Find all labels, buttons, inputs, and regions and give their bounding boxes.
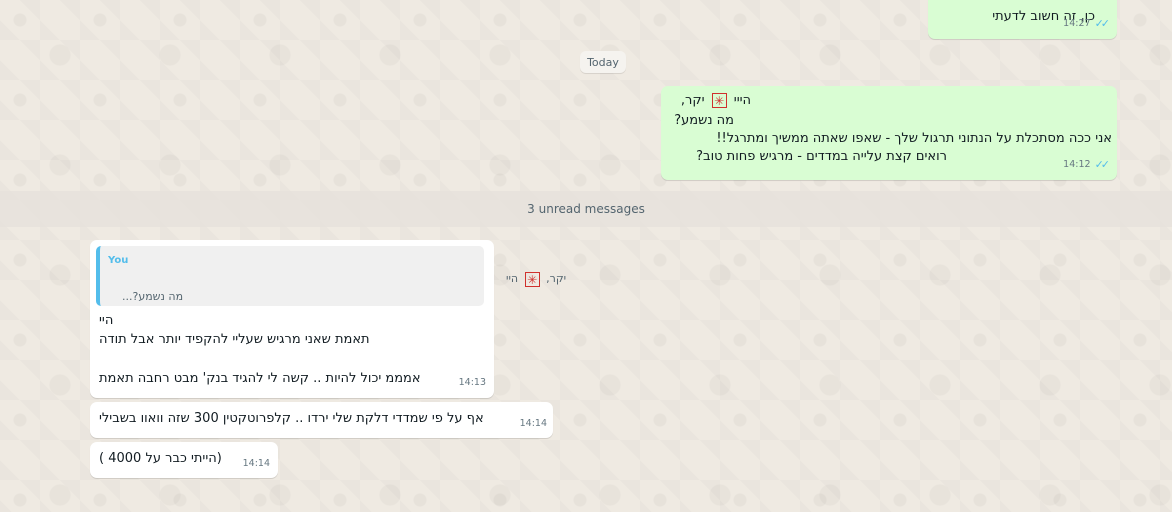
message-meta: 14:13 xyxy=(459,374,486,392)
greeting-text: הייי xyxy=(733,93,751,108)
message-bubble-incoming[interactable]: You יקר, ✳ היי מה נשמע?... היי תאמת שאני… xyxy=(90,240,566,398)
message-line: אמממ יכול להיות .. קשה לי להגיד בנק' מבט… xyxy=(99,371,421,386)
message-bubble-incoming[interactable]: אף על פי שמדדי דלקת שלי ירדו .. קלפרוטקט… xyxy=(90,402,553,438)
message-line: מה נשמע? xyxy=(674,113,734,128)
message-line: תאמת שאני מרגיש שעליי להקפיד יותר אבל תו… xyxy=(99,332,370,347)
quote-line: מה נשמע?... xyxy=(122,290,184,303)
unread-messages-divider: 3 unread messages xyxy=(0,191,1172,227)
quote-greeting: היי xyxy=(506,272,519,285)
message-line: אני ככה מסתכלת על הנתוני תרגול שלך - שאפ… xyxy=(716,131,1112,146)
message-bubble-outgoing[interactable]: הייי ✳ יקר, מה נשמע? אני ככה מסתכלת על ה… xyxy=(661,86,1117,180)
greeting-suffix: יקר, xyxy=(680,93,705,108)
message-time: 14:27 xyxy=(1063,18,1091,29)
message-line: רואים קצת עלייה במדדים - מרגיש פחות טוב? xyxy=(696,149,947,164)
message-time: 14:14 xyxy=(242,458,270,469)
message-time: 14:12 xyxy=(1063,159,1091,170)
message-meta: 14:27 ✓✓ xyxy=(1063,15,1111,33)
emoji-placeholder-icon: ✳ xyxy=(524,271,540,287)
message-meta: 14:12 ✓✓ xyxy=(1063,156,1111,174)
quote-suffix: יקר, xyxy=(546,272,567,285)
message-meta: 14:14 xyxy=(243,455,270,473)
message-line: היי xyxy=(99,313,114,328)
message-text: אף על פי שמדדי דלקת שלי ירדו .. קלפרוטקט… xyxy=(99,411,484,426)
read-ticks-icon: ✓✓ xyxy=(1094,17,1111,30)
message-bubble-incoming[interactable]: (הייתי כבר על 4000 ) 14:14 xyxy=(90,442,278,478)
message-time: 14:14 xyxy=(519,418,547,429)
message-text: (הייתי כבר על 4000 ) xyxy=(99,451,222,466)
message-greeting-line: הייי ✳ יקר, xyxy=(681,92,751,110)
unread-messages-label: 3 unread messages xyxy=(527,202,645,216)
quoted-message[interactable]: You יקר, ✳ היי מה נשמע?... xyxy=(96,246,566,306)
date-divider: Today xyxy=(580,51,626,73)
message-bubble-outgoing[interactable]: כן, זה חשוב לדעתי 14:27 ✓✓ xyxy=(928,0,1117,39)
quote-author: You xyxy=(108,255,129,266)
emoji-placeholder-icon: ✳ xyxy=(711,93,727,108)
read-ticks-icon: ✓✓ xyxy=(1094,158,1111,171)
message-meta: 14:14 xyxy=(520,415,547,433)
message-time: 14:13 xyxy=(458,377,486,388)
